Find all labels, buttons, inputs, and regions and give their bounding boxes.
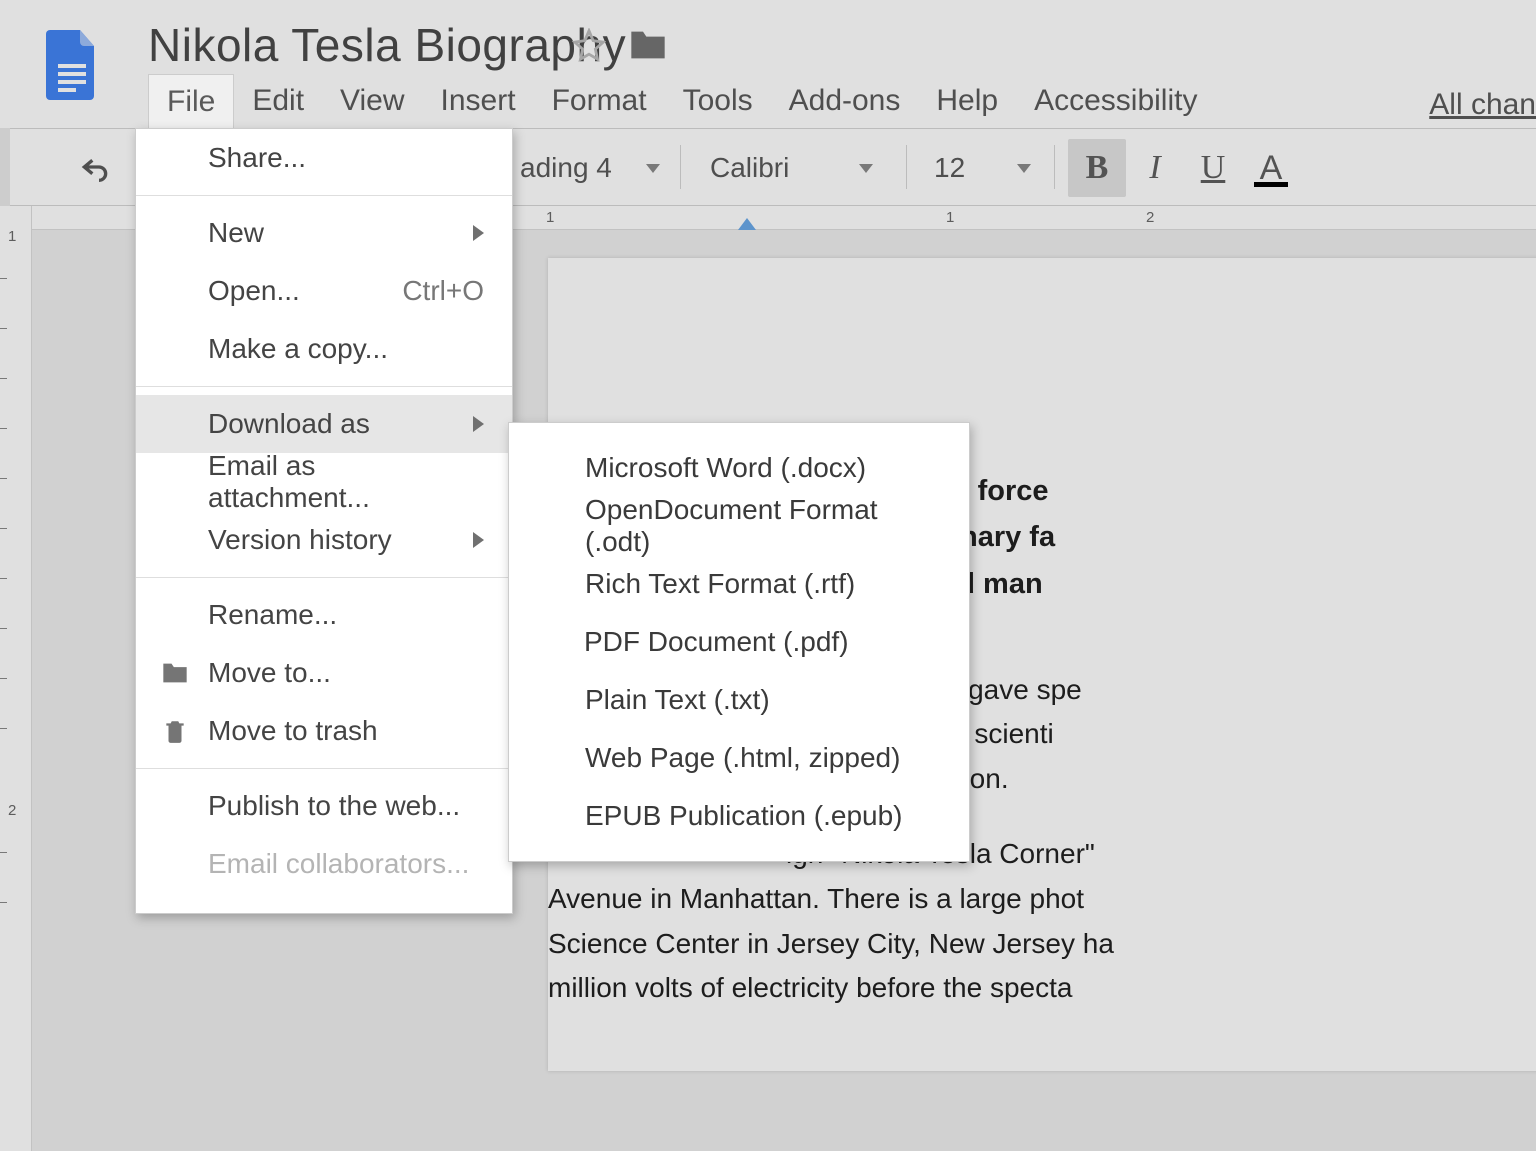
paragraph-style-select[interactable]: ading 4 bbox=[520, 129, 660, 207]
menu-insert[interactable]: Insert bbox=[423, 74, 534, 133]
menu-item-email-collaborators: Email collaborators... bbox=[136, 835, 512, 893]
separator bbox=[136, 195, 512, 196]
menu-item-publish[interactable]: Publish to the web... bbox=[136, 777, 512, 835]
docs-logo-icon bbox=[46, 30, 98, 100]
caret-down-icon bbox=[1017, 164, 1031, 173]
trash-icon bbox=[160, 716, 190, 746]
submenu-item-epub[interactable]: EPUB Publication (.epub) bbox=[509, 787, 969, 845]
menu-item-label: Email as attachment... bbox=[208, 450, 482, 514]
submenu-item-pdf[interactable]: PDF Document (.pdf) bbox=[526, 610, 956, 674]
menu-item-label: Move to trash bbox=[208, 715, 378, 747]
menu-item-label: Version history bbox=[208, 524, 392, 556]
font-size-select[interactable]: 12 bbox=[934, 129, 1031, 207]
menu-item-rename[interactable]: Rename... bbox=[136, 586, 512, 644]
menu-tools[interactable]: Tools bbox=[665, 74, 771, 133]
ruler-number: 2 bbox=[8, 802, 16, 819]
submenu-item-html[interactable]: Web Page (.html, zipped) bbox=[509, 729, 969, 787]
chevron-right-icon bbox=[473, 532, 484, 548]
submenu-item-rtf[interactable]: Rich Text Format (.rtf) bbox=[509, 555, 969, 613]
submenu-item-odt[interactable]: OpenDocument Format (.odt) bbox=[509, 497, 969, 555]
menu-item-label: Open... bbox=[208, 275, 300, 307]
vertical-ruler: 1 2 bbox=[0, 206, 32, 1151]
menu-item-open[interactable]: Open... Ctrl+O bbox=[136, 262, 512, 320]
menu-view[interactable]: View bbox=[322, 74, 422, 133]
separator bbox=[136, 577, 512, 578]
font-size-label: 12 bbox=[934, 152, 965, 184]
menu-item-move-to[interactable]: Move to... bbox=[136, 644, 512, 702]
menu-item-move-trash[interactable]: Move to trash bbox=[136, 702, 512, 760]
menu-item-label: Download as bbox=[208, 408, 370, 440]
doc-text: Science Center in Jersey City, New Jerse… bbox=[548, 922, 1508, 967]
separator bbox=[136, 768, 512, 769]
menu-item-label: Move to... bbox=[208, 657, 331, 689]
chevron-right-icon bbox=[473, 416, 484, 432]
font-select[interactable]: Calibri bbox=[710, 129, 890, 207]
submenu-item-docx[interactable]: Microsoft Word (.docx) bbox=[509, 439, 969, 497]
file-menu-dropdown: Share... New Open... Ctrl+O Make a copy..… bbox=[135, 128, 513, 914]
underline-button[interactable]: U bbox=[1184, 139, 1242, 197]
menu-item-shortcut: Ctrl+O bbox=[402, 275, 484, 307]
doc-text: million volts of electricity before the … bbox=[548, 966, 1508, 1011]
indent-marker-icon[interactable] bbox=[738, 218, 756, 230]
document-title[interactable]: Nikola Tesla Biography bbox=[148, 18, 626, 72]
ruler-number: 1 bbox=[8, 228, 16, 245]
menu-edit[interactable]: Edit bbox=[234, 74, 322, 133]
separator bbox=[680, 145, 681, 189]
separator bbox=[136, 386, 512, 387]
menu-item-label: New bbox=[208, 217, 264, 249]
ruler-number: 2 bbox=[1146, 209, 1154, 226]
menu-item-share[interactable]: Share... bbox=[136, 129, 512, 187]
separator bbox=[906, 145, 907, 189]
menu-item-new[interactable]: New bbox=[136, 204, 512, 262]
menu-help[interactable]: Help bbox=[918, 74, 1016, 133]
menubar: File Edit View Insert Format Tools Add-o… bbox=[148, 74, 1215, 133]
ruler-number: 1 bbox=[546, 209, 554, 226]
separator bbox=[1054, 145, 1055, 189]
menu-accessibility[interactable]: Accessibility bbox=[1016, 74, 1215, 133]
menu-file[interactable]: File bbox=[148, 74, 234, 133]
menu-item-label: Share... bbox=[208, 142, 306, 174]
menu-item-version-history[interactable]: Version history bbox=[136, 511, 512, 569]
caret-down-icon bbox=[859, 164, 873, 173]
text-color-bar bbox=[1254, 182, 1288, 187]
menu-item-label: Publish to the web... bbox=[208, 790, 460, 822]
italic-button[interactable]: I bbox=[1126, 139, 1184, 197]
menu-item-label: Make a copy... bbox=[208, 333, 388, 365]
menu-format[interactable]: Format bbox=[534, 74, 665, 133]
chevron-right-icon bbox=[473, 225, 484, 241]
menu-item-make-copy[interactable]: Make a copy... bbox=[136, 320, 512, 378]
menu-item-label: Email collaborators... bbox=[208, 848, 469, 880]
header: Nikola Tesla Biography File Edit View In… bbox=[0, 0, 1536, 128]
folder-icon bbox=[160, 658, 190, 688]
ruler-number: 1 bbox=[946, 209, 954, 226]
move-folder-icon[interactable] bbox=[628, 28, 668, 62]
format-group: B I U A bbox=[1068, 129, 1300, 207]
doc-text: Avenue in Manhattan. There is a large ph… bbox=[548, 877, 1508, 922]
bold-button[interactable]: B bbox=[1068, 139, 1126, 197]
caret-down-icon bbox=[646, 164, 660, 173]
menu-item-label: Rename... bbox=[208, 599, 337, 631]
font-label: Calibri bbox=[710, 152, 789, 184]
menu-item-email-attachment[interactable]: Email as attachment... bbox=[136, 453, 512, 511]
text-color-button[interactable]: A bbox=[1242, 139, 1300, 197]
menu-addons[interactable]: Add-ons bbox=[771, 74, 919, 133]
menu-item-download-as[interactable]: Download as bbox=[136, 395, 512, 453]
undo-icon[interactable] bbox=[68, 140, 122, 194]
paragraph-style-label: ading 4 bbox=[520, 152, 612, 184]
submenu-item-txt[interactable]: Plain Text (.txt) bbox=[509, 671, 969, 729]
star-icon[interactable] bbox=[572, 28, 606, 62]
